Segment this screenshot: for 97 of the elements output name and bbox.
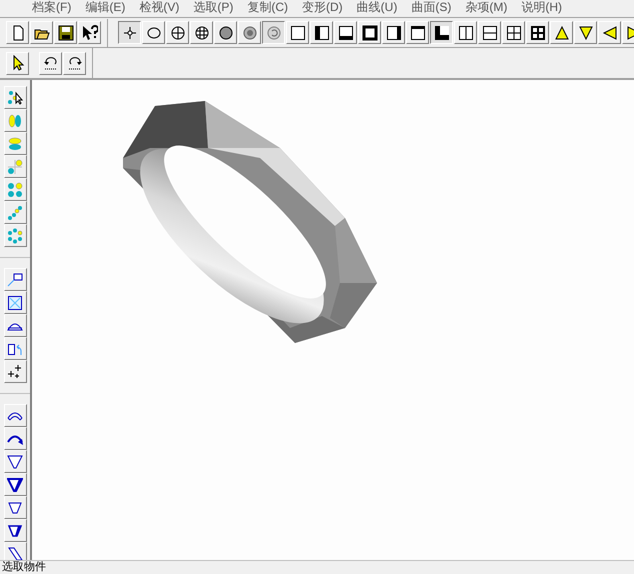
undo-icon — [42, 55, 58, 71]
filled-trapezoid-button[interactable] — [4, 473, 26, 496]
small-trapezoid-button[interactable] — [4, 496, 26, 519]
vertical-split-icon — [458, 24, 474, 40]
grid-icon — [506, 24, 522, 40]
filled-circle-button[interactable] — [214, 21, 237, 44]
redo-icon — [66, 55, 82, 71]
square-right-icon — [386, 24, 402, 40]
square-bottom-button[interactable] — [334, 21, 357, 44]
arc-arrow-button[interactable] — [4, 427, 26, 450]
circle-cross-button[interactable] — [166, 21, 189, 44]
help-pointer-icon — [82, 24, 98, 40]
horizontal-split-icon — [482, 24, 498, 40]
stacked-ovals-button[interactable] — [4, 132, 26, 155]
new-file-button[interactable] — [6, 21, 29, 44]
stacked-ovals-icon — [7, 136, 23, 152]
triangle-up-icon — [554, 24, 570, 40]
square-left-button[interactable] — [310, 21, 333, 44]
parallelogram-icon — [7, 546, 23, 560]
open-folder-button[interactable] — [30, 21, 53, 44]
circle-button[interactable] — [142, 21, 165, 44]
filled-circle-icon — [218, 24, 234, 40]
triangle-down-button[interactable] — [574, 21, 597, 44]
arc-button[interactable] — [4, 314, 26, 337]
bold-grid-icon — [530, 24, 546, 40]
crosses-icon — [7, 364, 23, 380]
menu-item[interactable]: 杂项(M) — [465, 0, 508, 14]
rotate-circle-button[interactable] — [262, 21, 285, 44]
dots-pointer-button[interactable] — [4, 86, 26, 109]
status-text: 选取物件 — [2, 561, 46, 573]
square-top-button[interactable] — [406, 21, 429, 44]
hatched-circle-icon — [242, 24, 258, 40]
menu-item[interactable]: 变形(D) — [302, 0, 343, 14]
thick-square-icon — [362, 24, 378, 40]
small-filled-trapezoid-button[interactable] — [4, 519, 26, 542]
thick-square-button[interactable] — [358, 21, 381, 44]
square-corner-button[interactable] — [430, 21, 453, 44]
rotate-circle-icon — [266, 24, 282, 40]
menu-item[interactable]: 说明(H) — [521, 0, 562, 14]
crosses-button[interactable] — [4, 360, 26, 383]
bold-grid-button[interactable] — [526, 21, 549, 44]
save-disk-button[interactable] — [54, 21, 77, 44]
fit-view-button[interactable] — [4, 291, 26, 314]
triangle-left-button[interactable] — [598, 21, 621, 44]
menu-item[interactable]: 选取(P) — [193, 0, 234, 14]
dotted-line-button[interactable] — [4, 201, 26, 224]
redo-button[interactable] — [63, 52, 86, 74]
square-top-icon — [410, 24, 426, 40]
arc-band-button[interactable] — [4, 404, 26, 427]
help-pointer-button[interactable] — [78, 21, 101, 44]
menu-item[interactable]: 检视(V) — [139, 0, 180, 14]
menu-item[interactable]: 曲线(U) — [356, 0, 398, 14]
square-bottom-icon — [338, 24, 354, 40]
parallelogram-button[interactable] — [4, 542, 26, 560]
callout-icon — [7, 272, 23, 288]
square-button[interactable] — [286, 21, 309, 44]
dots-pointer-icon — [7, 90, 23, 106]
square-right-button[interactable] — [382, 21, 405, 44]
triangle-down-icon — [578, 24, 594, 40]
small-filled-trapezoid-icon — [7, 522, 23, 538]
crosshair-button[interactable] — [118, 21, 141, 44]
vertical-split-button[interactable] — [454, 21, 477, 44]
hatched-circle-button[interactable] — [238, 21, 261, 44]
crosshair-icon — [122, 24, 138, 40]
triangle-left-icon — [602, 24, 618, 40]
fit-view-icon — [7, 294, 23, 310]
dot-ring-icon — [7, 228, 23, 244]
small-trapezoid-icon — [7, 500, 23, 516]
pointer-button[interactable] — [6, 52, 29, 74]
callout-button[interactable] — [4, 268, 26, 291]
rotate-box-button[interactable] — [4, 337, 26, 360]
oval-pair-button[interactable] — [4, 109, 26, 132]
trapezoid-icon — [7, 454, 23, 470]
triangle-up-button[interactable] — [550, 21, 573, 44]
horizontal-split-button[interactable] — [478, 21, 501, 44]
circle-grid-button[interactable] — [190, 21, 213, 44]
square-corner-icon — [434, 24, 450, 40]
oval-pair-icon — [7, 112, 23, 128]
square-icon — [290, 24, 306, 40]
circle-grid-icon — [194, 24, 210, 40]
menu-item[interactable]: 曲面(S) — [411, 0, 452, 14]
menu-item[interactable]: 档案(F) — [32, 0, 72, 14]
dotted-line-icon — [7, 204, 23, 220]
menu-item[interactable]: 编辑(E) — [85, 0, 126, 14]
filled-trapezoid-icon — [7, 476, 23, 492]
circle-cross-icon — [170, 24, 186, 40]
trapezoid-button[interactable] — [4, 450, 26, 473]
four-dots-icon — [7, 182, 23, 198]
corner-dots-button[interactable] — [4, 155, 26, 178]
dot-ring-button[interactable] — [4, 224, 26, 247]
corner-dots-icon — [7, 158, 23, 174]
circle-icon — [146, 24, 162, 40]
four-dots-button[interactable] — [4, 178, 26, 201]
menu-item[interactable]: 复制(C) — [247, 0, 288, 14]
square-left-icon — [314, 24, 330, 40]
grid-button[interactable] — [502, 21, 525, 44]
undo-button[interactable] — [39, 52, 62, 74]
